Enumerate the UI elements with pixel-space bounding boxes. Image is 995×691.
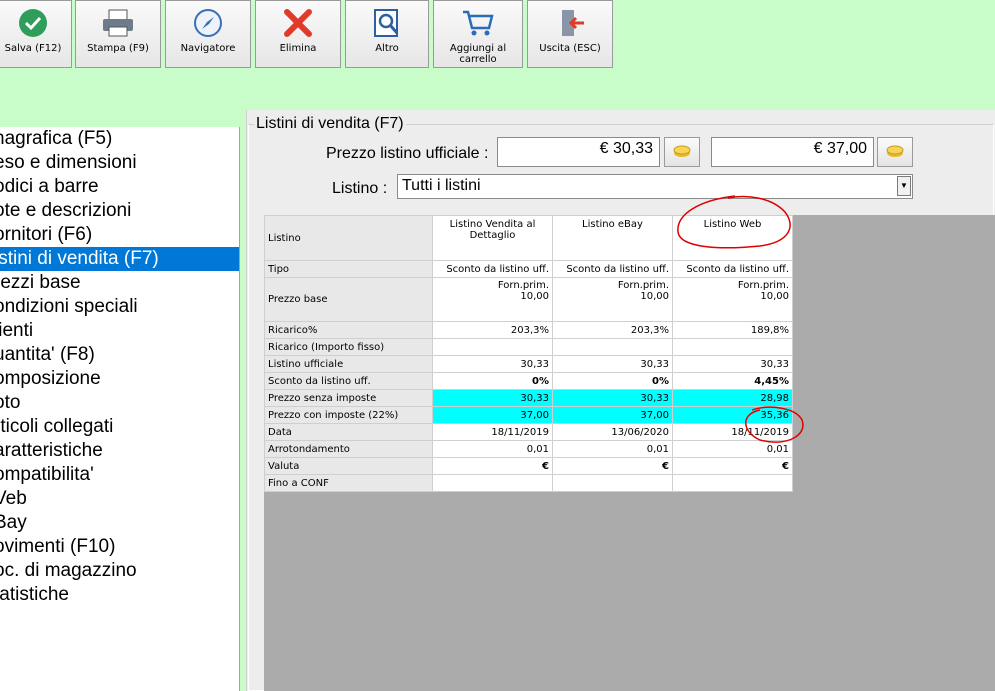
annotation-circle-prezzo-con-imposte [745,406,804,443]
annotation-overlay [677,195,804,443]
annotation-circle-listino-web [677,195,791,249]
